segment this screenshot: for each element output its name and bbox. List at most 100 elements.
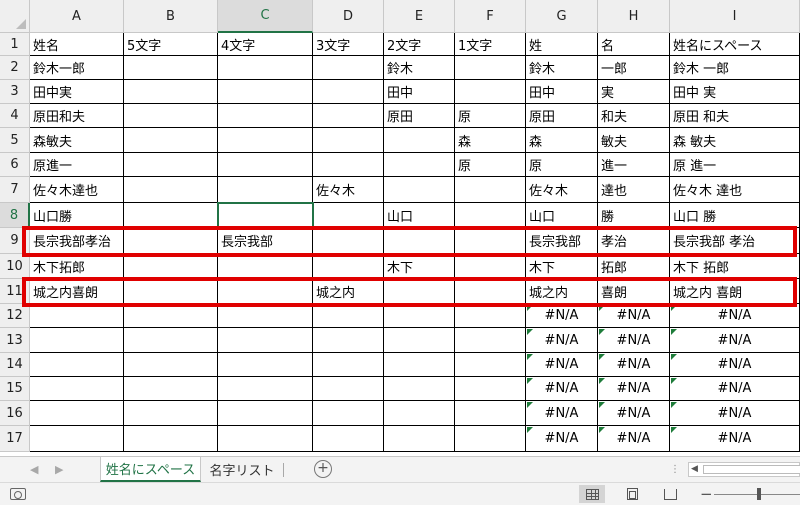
error-indicator-icon[interactable]	[599, 402, 605, 408]
cell-h8[interactable]: 勝	[598, 203, 670, 228]
cell-i3[interactable]: 田中 実	[670, 80, 800, 104]
row-header-16[interactable]: 16	[0, 401, 30, 426]
cell-g8[interactable]: 山口	[526, 203, 598, 228]
cell-d4[interactable]	[313, 104, 384, 128]
cell-b2[interactable]	[124, 56, 218, 80]
cell-g12[interactable]: #N/A	[526, 304, 598, 328]
cell-a3[interactable]: 田中実	[30, 80, 124, 104]
row-header-8[interactable]: 8	[0, 203, 30, 228]
column-header-d[interactable]: D	[313, 0, 384, 33]
horizontal-scrollbar[interactable]: ◀	[688, 462, 800, 477]
row-header-9[interactable]: 9	[0, 228, 30, 254]
error-indicator-icon[interactable]	[671, 402, 677, 408]
row-header-1[interactable]: 1	[0, 33, 30, 56]
cell-e16[interactable]	[384, 401, 455, 426]
zoom-out-button[interactable]: −	[700, 485, 713, 503]
column-header-f[interactable]: F	[455, 0, 526, 33]
cell-h16[interactable]: #N/A	[598, 401, 670, 426]
cell-h7[interactable]: 達也	[598, 177, 670, 203]
cell-f3[interactable]	[455, 80, 526, 104]
cell-d14[interactable]	[313, 353, 384, 377]
error-indicator-icon[interactable]	[671, 354, 677, 360]
cell-b10[interactable]	[124, 254, 218, 279]
cell-d6[interactable]	[313, 153, 384, 177]
cell-c13[interactable]	[218, 328, 313, 353]
cell-g16[interactable]: #N/A	[526, 401, 598, 426]
cell-f15[interactable]	[455, 377, 526, 401]
cell-e17[interactable]	[384, 426, 455, 452]
cell-a16[interactable]	[30, 401, 124, 426]
cell-e9[interactable]	[384, 228, 455, 254]
error-indicator-icon[interactable]	[599, 354, 605, 360]
cell-c14[interactable]	[218, 353, 313, 377]
cell-a14[interactable]	[30, 353, 124, 377]
error-indicator-icon[interactable]	[527, 305, 533, 311]
cell-a12[interactable]	[30, 304, 124, 328]
cell-b7[interactable]	[124, 177, 218, 203]
cell-h15[interactable]: #N/A	[598, 377, 670, 401]
cell-a2[interactable]: 鈴木一郎	[30, 56, 124, 80]
cell-g3[interactable]: 田中	[526, 80, 598, 104]
error-indicator-icon[interactable]	[671, 427, 677, 433]
row-header-13[interactable]: 13	[0, 328, 30, 353]
cell-i14[interactable]: #N/A	[670, 353, 800, 377]
cell-f8[interactable]	[455, 203, 526, 228]
cell-i9[interactable]: 長宗我部 孝治	[670, 228, 800, 254]
cell-e7[interactable]	[384, 177, 455, 203]
row-header-3[interactable]: 3	[0, 80, 30, 104]
select-all-corner[interactable]	[0, 0, 30, 33]
cell-a1[interactable]: 姓名	[30, 33, 124, 56]
row-header-6[interactable]: 6	[0, 153, 30, 177]
column-header-i[interactable]: I	[670, 0, 800, 33]
cell-f4[interactable]: 原	[455, 104, 526, 128]
error-indicator-icon[interactable]	[527, 329, 533, 335]
cell-i4[interactable]: 原田 和夫	[670, 104, 800, 128]
cell-c11[interactable]	[218, 279, 313, 304]
cell-i11[interactable]: 城之内 喜朗	[670, 279, 800, 304]
cell-g4[interactable]: 原田	[526, 104, 598, 128]
cell-c10[interactable]	[218, 254, 313, 279]
cell-f14[interactable]	[455, 353, 526, 377]
cell-f16[interactable]	[455, 401, 526, 426]
cell-e13[interactable]	[384, 328, 455, 353]
scroll-left-icon[interactable]: ◀	[691, 464, 698, 474]
cell-a10[interactable]: 木下拓郎	[30, 254, 124, 279]
cell-a8[interactable]: 山口勝	[30, 203, 124, 228]
cell-b14[interactable]	[124, 353, 218, 377]
cell-c8[interactable]	[217, 202, 314, 229]
cell-f13[interactable]	[455, 328, 526, 353]
cell-h2[interactable]: 一郎	[598, 56, 670, 80]
row-header-11[interactable]: 11	[0, 279, 30, 304]
macro-record-icon[interactable]	[10, 488, 26, 500]
cell-e2[interactable]: 鈴木	[384, 56, 455, 80]
column-header-c[interactable]: C	[218, 0, 313, 33]
cell-a5[interactable]: 森敏夫	[30, 128, 124, 153]
cell-h11[interactable]: 喜朗	[598, 279, 670, 304]
cell-i2[interactable]: 鈴木 一郎	[670, 56, 800, 80]
cell-c1[interactable]: 4文字	[218, 33, 313, 56]
cell-i13[interactable]: #N/A	[670, 328, 800, 353]
cell-g13[interactable]: #N/A	[526, 328, 598, 353]
cell-g6[interactable]: 原	[526, 153, 598, 177]
page-break-view-button[interactable]	[657, 485, 683, 503]
cell-a11[interactable]: 城之内喜朗	[30, 279, 124, 304]
cell-f6[interactable]: 原	[455, 153, 526, 177]
cell-h5[interactable]: 敏夫	[598, 128, 670, 153]
normal-view-button[interactable]	[579, 485, 605, 503]
scrollbar-thumb[interactable]	[703, 465, 800, 474]
cell-e5[interactable]	[384, 128, 455, 153]
row-header-7[interactable]: 7	[0, 177, 30, 203]
cell-a17[interactable]	[30, 426, 124, 452]
cell-i15[interactable]: #N/A	[670, 377, 800, 401]
cell-c16[interactable]	[218, 401, 313, 426]
error-indicator-icon[interactable]	[527, 427, 533, 433]
cell-e1[interactable]: 2文字	[384, 33, 455, 56]
row-header-14[interactable]: 14	[0, 353, 30, 377]
cell-h17[interactable]: #N/A	[598, 426, 670, 452]
cell-g1[interactable]: 姓	[526, 33, 598, 56]
cell-h1[interactable]: 名	[598, 33, 670, 56]
cell-a15[interactable]	[30, 377, 124, 401]
cell-h14[interactable]: #N/A	[598, 353, 670, 377]
error-indicator-icon[interactable]	[671, 305, 677, 311]
cell-b1[interactable]: 5文字	[124, 33, 218, 56]
